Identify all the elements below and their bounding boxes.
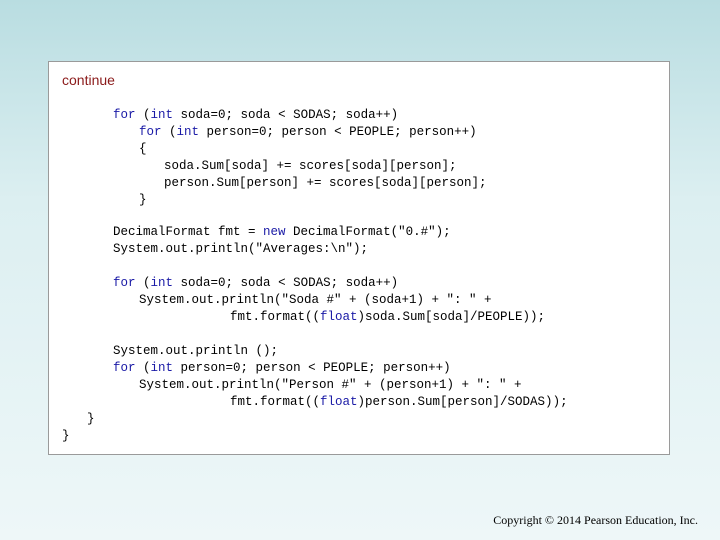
- code-line: System.out.println ();: [113, 343, 278, 360]
- code-line: }: [62, 428, 70, 445]
- copyright-notice: Copyright © 2014 Pearson Education, Inc.: [493, 513, 698, 527]
- code-text: (: [135, 361, 151, 375]
- code-keyword: float: [320, 395, 358, 409]
- code-text: {: [139, 142, 147, 156]
- code-line: for (int person=0; person < PEOPLE; pers…: [113, 360, 451, 377]
- code-text: soda=0; soda < SODAS; soda++): [173, 108, 399, 122]
- code-text: fmt.format((: [230, 395, 321, 409]
- code-text: }: [87, 412, 95, 426]
- code-keyword: for: [113, 361, 136, 375]
- code-keyword: float: [320, 310, 358, 324]
- code-line: DecimalFormat fmt = new DecimalFormat("0…: [113, 224, 451, 241]
- code-text: )soda.Sum[soda]/PEOPLE));: [357, 310, 546, 324]
- code-text: (: [161, 125, 177, 139]
- slide-content-box: continue for (int soda=0; soda < SODAS; …: [48, 61, 670, 455]
- code-text: )person.Sum[person]/SODAS));: [357, 395, 568, 409]
- code-line: }: [87, 411, 95, 428]
- code-line: System.out.println("Soda #" + (soda+1) +…: [139, 292, 492, 309]
- code-keyword: new: [263, 225, 286, 239]
- code-line: System.out.println("Person #" + (person+…: [139, 377, 522, 394]
- code-line: for (int soda=0; soda < SODAS; soda++): [113, 275, 398, 292]
- code-text: System.out.println ();: [113, 344, 279, 358]
- code-line: soda.Sum[soda] += scores[soda][person];: [164, 158, 457, 175]
- code-keyword: int: [150, 361, 174, 375]
- code-keyword: for: [139, 125, 162, 139]
- code-text: fmt.format((: [230, 310, 321, 324]
- code-keyword: int: [150, 108, 174, 122]
- code-text: person.Sum[person] += scores[soda][perso…: [164, 176, 487, 190]
- code-line: fmt.format((float)person.Sum[person]/SOD…: [230, 394, 568, 411]
- code-line: System.out.println("Averages:\n");: [113, 241, 368, 258]
- code-text: soda=0; soda < SODAS; soda++): [173, 276, 399, 290]
- code-line: fmt.format((float)soda.Sum[soda]/PEOPLE)…: [230, 309, 545, 326]
- code-line: for (int soda=0; soda < SODAS; soda++): [113, 107, 398, 124]
- code-text: }: [62, 429, 70, 443]
- code-text: DecimalFormat("0.#");: [285, 225, 451, 239]
- code-text: System.out.println("Averages:\n");: [113, 242, 369, 256]
- code-text: }: [139, 193, 147, 207]
- code-text: System.out.println("Person #" + (person+…: [139, 378, 522, 392]
- code-text: System.out.println("Soda #" + (soda+1) +…: [139, 293, 492, 307]
- code-keyword: int: [150, 276, 174, 290]
- code-keyword: int: [176, 125, 200, 139]
- code-line: }: [139, 192, 147, 209]
- code-line: {: [139, 141, 147, 158]
- code-keyword: for: [113, 108, 136, 122]
- code-line: for (int person=0; person < PEOPLE; pers…: [139, 124, 477, 141]
- code-text: (: [135, 108, 151, 122]
- code-keyword: for: [113, 276, 136, 290]
- code-line: person.Sum[person] += scores[soda][perso…: [164, 175, 487, 192]
- code-text: DecimalFormat fmt =: [113, 225, 264, 239]
- code-text: person=0; person < PEOPLE; person++): [173, 361, 451, 375]
- code-text: (: [135, 276, 151, 290]
- code-text: soda.Sum[soda] += scores[soda][person];: [164, 159, 457, 173]
- code-text: person=0; person < PEOPLE; person++): [199, 125, 477, 139]
- continue-label: continue: [62, 72, 115, 88]
